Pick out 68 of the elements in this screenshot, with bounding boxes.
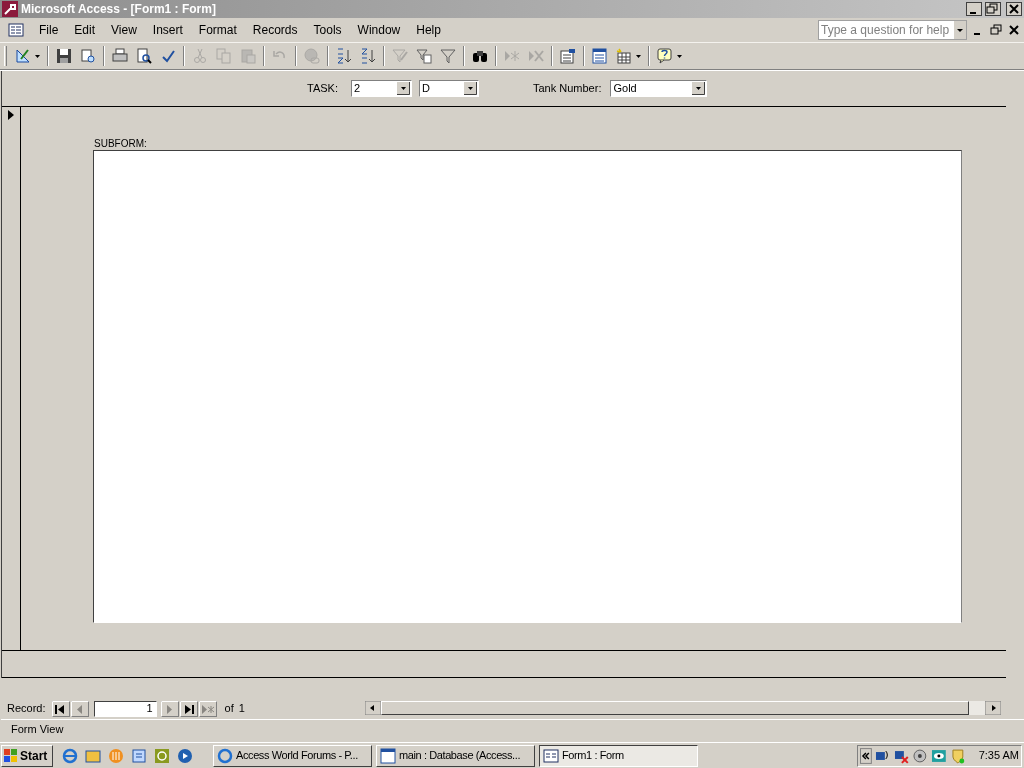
taskbar-button[interactable]: main : Database (Access...: [376, 744, 535, 767]
task-label: TASK:: [307, 81, 338, 97]
sort-ascending-icon[interactable]: [336, 48, 352, 64]
browser-icon[interactable]: [62, 747, 78, 764]
combo-box[interactable]: 2: [351, 80, 412, 97]
menu-item[interactable]: Window: [349, 21, 409, 39]
properties-icon[interactable]: [560, 48, 576, 64]
browser-icon: [217, 747, 233, 764]
subform-label: SUBFORM:: [94, 137, 148, 150]
combo-box[interactable]: D: [419, 80, 479, 97]
help-icon[interactable]: [657, 48, 673, 64]
spelling-check-icon[interactable]: [160, 48, 176, 64]
media-player-icon[interactable]: [177, 747, 193, 764]
printer-icon[interactable]: [112, 48, 128, 64]
help-search-field[interactable]: Type a question for help: [818, 20, 967, 40]
dropdown-caret-icon[interactable]: [35, 54, 40, 58]
scroll-left-icon[interactable]: [364, 700, 381, 715]
menu-item[interactable]: File: [31, 21, 67, 39]
menu-item[interactable]: View: [103, 21, 145, 39]
minimize-button[interactable]: [966, 2, 982, 16]
dropdown-caret-icon[interactable]: [677, 54, 682, 58]
document-search-icon[interactable]: [80, 48, 96, 64]
speaker-icon[interactable]: [912, 747, 929, 764]
sort-descending-icon[interactable]: [360, 48, 376, 64]
close-icon[interactable]: [1008, 24, 1020, 36]
app-key-icon: [2, 1, 18, 17]
funnel-icon[interactable]: [440, 48, 456, 64]
menu-item[interactable]: Tools: [305, 21, 350, 39]
record-count: 1: [238, 701, 245, 717]
close-button[interactable]: [1006, 2, 1022, 16]
tank-number-label: Tank Number:: [533, 81, 602, 97]
expand-chevron-icon[interactable]: [860, 747, 872, 764]
database-window-icon[interactable]: [592, 48, 608, 64]
menu-item[interactable]: Records: [244, 21, 306, 39]
menu-item[interactable]: Edit: [66, 21, 104, 39]
restore-icon[interactable]: [990, 24, 1002, 36]
menu-item[interactable]: Format: [190, 21, 245, 39]
new-table-icon[interactable]: [616, 48, 632, 64]
filter-form-icon[interactable]: [416, 48, 432, 64]
clock-time: 7:35 AM: [978, 748, 1019, 764]
taskbar-button[interactable]: Form1 : Form: [539, 744, 698, 767]
taskbar-button[interactable]: Access World Forums - P...: [213, 744, 372, 767]
restore-button[interactable]: [985, 2, 1001, 16]
menu-item[interactable]: Help: [408, 21, 449, 39]
form-menu-icon[interactable]: [8, 22, 24, 38]
record-label: Record:: [7, 701, 46, 717]
form-icon: [543, 747, 559, 764]
dropdown-caret-icon[interactable]: [636, 54, 641, 58]
status-text: Form View: [11, 722, 64, 738]
windows-logo-icon: [4, 748, 18, 763]
print-preview-icon[interactable]: [136, 48, 152, 64]
binoculars-icon[interactable]: [472, 48, 488, 64]
design-view-icon[interactable]: [15, 48, 31, 64]
window-title: Microsoft Access - [Form1 : Form]: [21, 1, 217, 18]
first-record-button[interactable]: [51, 700, 70, 717]
last-record-button[interactable]: [179, 700, 198, 717]
start-button[interactable]: Start: [1, 744, 53, 767]
of-label: of: [224, 701, 234, 717]
eye-icon[interactable]: [931, 747, 947, 764]
record-number-field[interactable]: 1: [93, 700, 157, 717]
record-selector-icon: [8, 110, 14, 120]
save-icon[interactable]: [56, 48, 72, 64]
dropdown-arrow-icon[interactable]: [397, 82, 410, 95]
combo-box[interactable]: Gold: [610, 80, 708, 97]
dropdown-arrow-icon[interactable]: [464, 82, 477, 95]
menu-item[interactable]: Insert: [144, 21, 191, 39]
dropdown-arrow-icon[interactable]: [692, 82, 706, 95]
database-window-icon: [380, 747, 396, 764]
